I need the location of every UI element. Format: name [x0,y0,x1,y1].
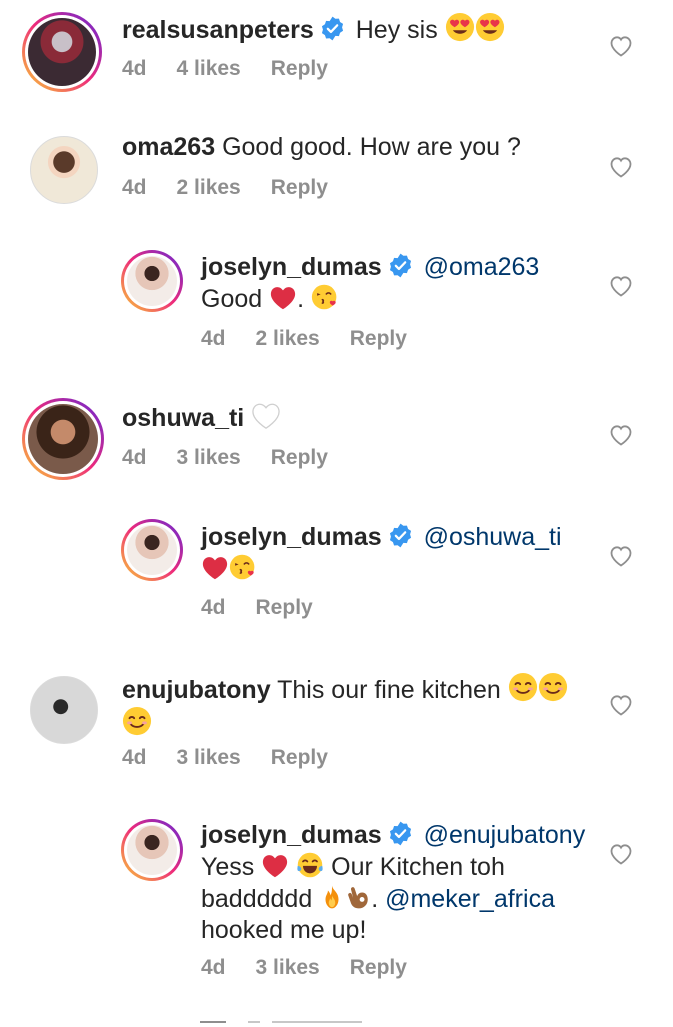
comment-time: 4d [201,596,226,619]
reply-button[interactable]: Reply [271,746,328,769]
mention-link[interactable]: @enujubatony [424,821,586,849]
comment-text: joselyn_dumas @oshuwa_ti [201,522,601,585]
kiss-emoji-icon [311,283,339,311]
comment-body: Yess [201,853,255,881]
comment-meta: 4d 3 likes Reply [122,746,358,770]
comment-body: Hey sis [355,16,438,44]
fire-emoji-icon [319,883,345,911]
comment-likes[interactable]: 3 likes [177,446,241,469]
comment-body: Good [201,285,263,313]
red-heart-emoji-icon [261,853,289,879]
comment-text: enujubatony This our fine kitchen [122,672,592,740]
like-heart-icon[interactable] [609,424,633,446]
comment-meta: 4d 3 likes Reply [122,446,358,470]
reply-item: joselyn_dumas @oshuwa_ti 4d Reply [0,515,673,625]
avatar[interactable] [22,398,104,480]
comment-text: joselyn_dumas @oma263 Good . [201,252,601,315]
view-more-replies-cutoff[interactable] [200,1021,370,1027]
ok-hand-emoji-icon [345,883,371,911]
comment-likes[interactable]: 3 likes [177,746,241,769]
comment-meta: 4d Reply [201,596,343,620]
verified-badge-icon [388,253,413,278]
comment-time: 4d [122,176,147,199]
reply-button[interactable]: Reply [350,327,407,350]
like-heart-icon[interactable] [609,35,633,57]
comment-time: 4d [122,746,147,769]
comment-meta: 4d 3 likes Reply [201,956,437,980]
avatar[interactable] [121,519,183,581]
mention-link[interactable]: @meker_africa [385,885,555,913]
avatar[interactable] [121,250,183,312]
comment-body: hooked me up! [201,916,367,944]
laughing-tears-emoji-icon [296,851,324,879]
comment-text: joselyn_dumas @enujubatony Yess Our Kitc… [201,820,601,946]
comment-body: . [297,285,305,313]
reply-button[interactable]: Reply [350,956,407,979]
comment-username[interactable]: realsusanpeters [122,16,314,44]
like-heart-icon[interactable] [609,694,633,716]
smile-emoji-icon [538,672,568,702]
comment-likes[interactable]: 4 likes [177,57,241,80]
comment-time: 4d [201,327,226,350]
comment-meta: 4d 4 likes Reply [122,57,358,81]
red-heart-emoji-icon [269,285,297,311]
avatar[interactable] [30,136,98,204]
comment-username[interactable]: enujubatony [122,676,271,704]
mention-link[interactable]: @oshuwa_ti [424,523,562,551]
comment-body: Good good. How are you ? [222,133,521,161]
smile-emoji-icon [508,672,538,702]
white-heart-emoji-icon [251,402,281,430]
avatar[interactable] [22,12,102,92]
comment-text: oshuwa_ti [122,402,281,434]
verified-badge-icon [388,821,413,846]
verified-badge-icon [320,16,345,41]
comment-username[interactable]: oma263 [122,133,215,161]
heart-eyes-emoji-icon [475,12,505,42]
smile-emoji-icon [122,706,152,736]
comment-meta: 4d 2 likes Reply [201,327,437,351]
comment-username[interactable]: oshuwa_ti [122,404,244,432]
comment-item: enujubatony This our fine kitchen 4d 3 li… [0,660,673,780]
comment-body: badddddd [201,885,313,913]
comment-time: 4d [122,57,147,80]
comment-item: oshuwa_ti 4d 3 likes Reply [0,390,673,490]
comment-body: Our Kitchen toh [331,853,505,881]
reply-item: joselyn_dumas @oma263 Good . 4d 2 likes Re… [0,245,673,365]
reply-button[interactable]: Reply [271,446,328,469]
comment-username[interactable]: joselyn_dumas [201,821,382,849]
verified-badge-icon [388,523,413,548]
like-heart-icon[interactable] [609,275,633,297]
comment-likes[interactable]: 2 likes [177,176,241,199]
comment-item: realsusanpeters Hey sis 4d 4 likes Reply [0,0,673,110]
comment-time: 4d [201,956,226,979]
comment-text: oma263 Good good. How are you ? [122,132,521,163]
reply-item: joselyn_dumas @enujubatony Yess Our Kitc… [0,815,673,995]
like-heart-icon[interactable] [609,843,633,865]
reply-button[interactable]: Reply [271,57,328,80]
heart-eyes-emoji-icon [445,12,475,42]
comment-likes[interactable]: 2 likes [256,327,320,350]
red-heart-emoji-icon [201,555,229,581]
comment-username[interactable]: joselyn_dumas [201,253,382,281]
comment-body: . [371,885,379,913]
comment-meta: 4d 2 likes Reply [122,176,358,200]
mention-link[interactable]: @oma263 [424,253,540,281]
comment-body: This our fine kitchen [277,676,501,704]
comment-item: oma263 Good good. How are you ? 4d 2 like… [0,120,673,220]
comment-text: realsusanpeters Hey sis [122,12,505,46]
kiss-emoji-icon [229,553,257,581]
comment-time: 4d [122,446,147,469]
comment-username[interactable]: joselyn_dumas [201,523,382,551]
reply-button[interactable]: Reply [271,176,328,199]
avatar[interactable] [30,676,98,744]
like-heart-icon[interactable] [609,156,633,178]
reply-button[interactable]: Reply [256,596,313,619]
comment-likes[interactable]: 3 likes [256,956,320,979]
avatar[interactable] [121,819,183,881]
like-heart-icon[interactable] [609,545,633,567]
